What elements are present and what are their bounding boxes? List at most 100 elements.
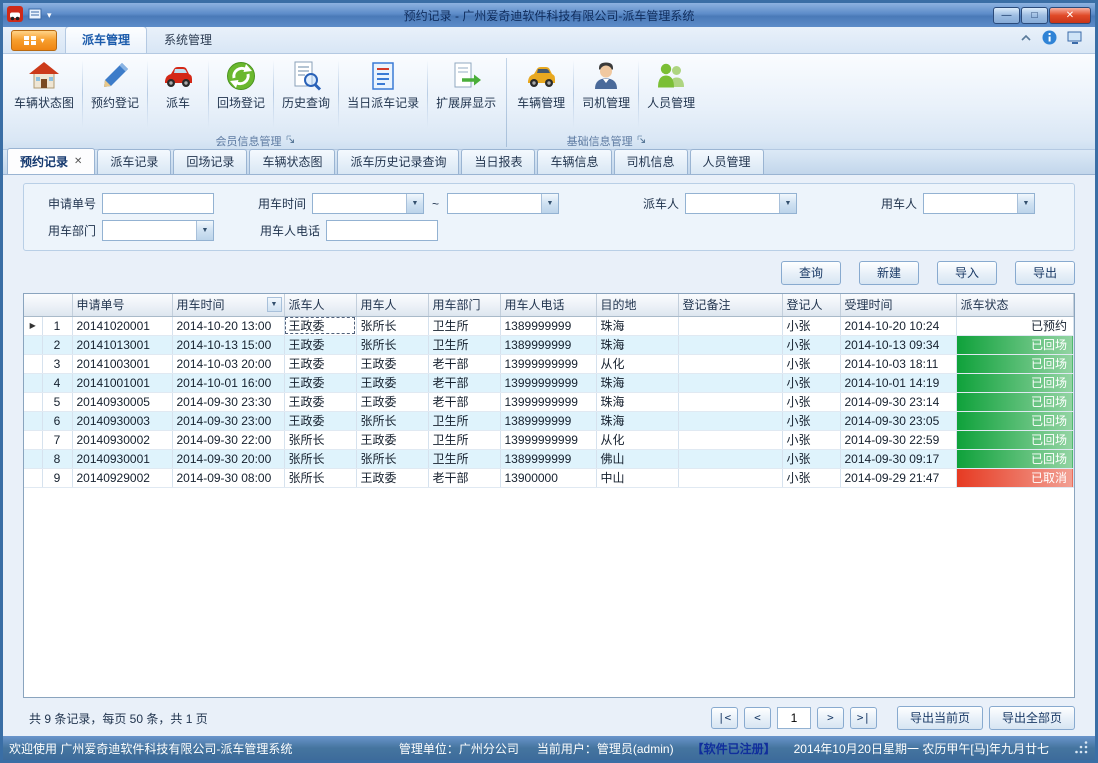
- column-header-派车状态[interactable]: 派车状态: [956, 294, 1074, 316]
- doc-tab-司机信息[interactable]: 司机信息: [614, 149, 688, 174]
- ribbon-button-reservation-register[interactable]: 预约登记: [84, 56, 146, 132]
- maximize-button[interactable]: □: [1021, 7, 1048, 24]
- application-menu-button[interactable]: ▾: [11, 30, 57, 51]
- grid-cell[interactable]: [678, 373, 782, 392]
- grid-cell[interactable]: 张所长: [284, 449, 356, 468]
- column-header-用车部门[interactable]: 用车部门: [428, 294, 500, 316]
- column-header-用车人[interactable]: 用车人: [356, 294, 428, 316]
- grid-cell[interactable]: 小张: [782, 468, 840, 487]
- grid-cell[interactable]: 王政委: [356, 468, 428, 487]
- grid-cell[interactable]: [678, 449, 782, 468]
- grid-cell[interactable]: 2014-09-30 23:05: [840, 411, 956, 430]
- grid-cell[interactable]: 王政委: [356, 354, 428, 373]
- titlebar[interactable]: ▾ 预约记录 - 广州爱奇迪软件科技有限公司-派车管理系统 — □ ✕: [3, 3, 1095, 27]
- column-header-登记人[interactable]: 登记人: [782, 294, 840, 316]
- grid-cell[interactable]: 珠海: [596, 392, 678, 411]
- table-row[interactable]: 5201409300052014-09-30 23:30王政委王政委老干部139…: [24, 392, 1074, 411]
- grid-cell[interactable]: 20141013001: [72, 335, 172, 354]
- grid-cell[interactable]: 从化: [596, 430, 678, 449]
- column-header-派车人[interactable]: 派车人: [284, 294, 356, 316]
- group-dialog-launcher-icon[interactable]: [286, 135, 295, 147]
- ribbon-button-extend-screen[interactable]: 扩展屏显示: [429, 56, 503, 132]
- grid-cell[interactable]: 老干部: [428, 468, 500, 487]
- grid-cell[interactable]: 2014-09-30 22:59: [840, 430, 956, 449]
- grid-cell[interactable]: 张所长: [284, 430, 356, 449]
- doc-tab-派车记录[interactable]: 派车记录: [97, 149, 171, 174]
- grid-cell[interactable]: 13999999999: [500, 354, 596, 373]
- grid-cell[interactable]: 中山: [596, 468, 678, 487]
- grid-cell[interactable]: 2014-09-30 23:30: [172, 392, 284, 411]
- grid-cell[interactable]: 2014-09-30 22:00: [172, 430, 284, 449]
- grid-cell[interactable]: 1389999999: [500, 411, 596, 430]
- grid-cell[interactable]: 珠海: [596, 373, 678, 392]
- grid-cell[interactable]: 小张: [782, 316, 840, 335]
- column-header-目的地[interactable]: 目的地: [596, 294, 678, 316]
- close-button[interactable]: ✕: [1049, 7, 1091, 24]
- table-row[interactable]: 4201410010012014-10-01 16:00王政委王政委老干部139…: [24, 373, 1074, 392]
- grid-cell[interactable]: 2014-09-30 20:00: [172, 449, 284, 468]
- minimize-button[interactable]: —: [993, 7, 1020, 24]
- grid-cell[interactable]: 老干部: [428, 392, 500, 411]
- ribbon-tab-系统管理[interactable]: 系统管理: [147, 26, 229, 53]
- quick-access-dropdown-icon[interactable]: ▾: [47, 10, 52, 21]
- phone-input[interactable]: [326, 220, 438, 241]
- grid-cell[interactable]: 老干部: [428, 354, 500, 373]
- query-button[interactable]: 查询: [781, 261, 841, 285]
- grid-cell[interactable]: 王政委: [284, 316, 356, 335]
- grid-cell[interactable]: 小张: [782, 373, 840, 392]
- doc-tab-当日报表[interactable]: 当日报表: [461, 149, 535, 174]
- doc-tab-车辆信息[interactable]: 车辆信息: [537, 149, 611, 174]
- grid-cell[interactable]: 小张: [782, 430, 840, 449]
- grid-cell[interactable]: 20140930005: [72, 392, 172, 411]
- grid-cell[interactable]: 卫生所: [428, 449, 500, 468]
- grid-cell[interactable]: 20140929002: [72, 468, 172, 487]
- ribbon-button-dispatch-car[interactable]: 派车: [149, 56, 207, 132]
- grid-cell[interactable]: 2014-09-30 09:17: [840, 449, 956, 468]
- export-button[interactable]: 导出: [1015, 261, 1075, 285]
- prev-page-button[interactable]: <: [744, 707, 771, 729]
- grid-cell[interactable]: 20140930003: [72, 411, 172, 430]
- grid-cell[interactable]: 2014-10-20 10:24: [840, 316, 956, 335]
- grid-cell[interactable]: 珠海: [596, 316, 678, 335]
- ribbon-button-driver-manage[interactable]: 司机管理: [575, 56, 637, 132]
- grid-cell[interactable]: 20141001001: [72, 373, 172, 392]
- doc-tab-车辆状态图[interactable]: 车辆状态图: [249, 149, 335, 174]
- column-header-申请单号[interactable]: 申请单号: [72, 294, 172, 316]
- grid-cell[interactable]: [678, 468, 782, 487]
- grid-cell[interactable]: 张所长: [284, 468, 356, 487]
- grid-cell[interactable]: 王政委: [356, 430, 428, 449]
- grid-cell[interactable]: 2014-10-13 09:34: [840, 335, 956, 354]
- table-row[interactable]: 2201410130012014-10-13 15:00王政委张所长卫生所138…: [24, 335, 1074, 354]
- grid-cell[interactable]: 小张: [782, 411, 840, 430]
- grid-cell[interactable]: [678, 411, 782, 430]
- grid-cell[interactable]: 王政委: [284, 335, 356, 354]
- grid-cell[interactable]: 1389999999: [500, 449, 596, 468]
- chevron-down-icon[interactable]: ▼: [1017, 194, 1034, 213]
- chevron-down-icon[interactable]: ▼: [541, 194, 558, 213]
- table-row[interactable]: 3201410030012014-10-03 20:00王政委王政委老干部139…: [24, 354, 1074, 373]
- grid-cell[interactable]: 王政委: [356, 373, 428, 392]
- export-current-page-button[interactable]: 导出当前页: [897, 706, 983, 730]
- doc-tab-人员管理[interactable]: 人员管理: [690, 149, 764, 174]
- ribbon-button-vehicle-manage[interactable]: 车辆管理: [510, 56, 572, 132]
- grid-cell[interactable]: 卫生所: [428, 411, 500, 430]
- grid-cell[interactable]: 2014-09-30 23:00: [172, 411, 284, 430]
- grid-cell[interactable]: 20140930001: [72, 449, 172, 468]
- grid-cell[interactable]: 1389999999: [500, 316, 596, 335]
- grid-cell[interactable]: 小张: [782, 335, 840, 354]
- grid-cell[interactable]: 13999999999: [500, 430, 596, 449]
- grid-cell[interactable]: 2014-10-20 13:00: [172, 316, 284, 335]
- chevron-down-icon[interactable]: ▼: [196, 221, 213, 240]
- column-header-登记备注[interactable]: 登记备注: [678, 294, 782, 316]
- column-header-受理时间[interactable]: 受理时间: [840, 294, 956, 316]
- page-number-input[interactable]: [777, 707, 811, 729]
- grid-cell[interactable]: [678, 392, 782, 411]
- ribbon-button-vehicle-status[interactable]: 车辆状态图: [7, 56, 81, 132]
- grid-cell[interactable]: [678, 335, 782, 354]
- grid-cell[interactable]: 珠海: [596, 411, 678, 430]
- chevron-down-icon[interactable]: ▼: [779, 194, 796, 213]
- table-row[interactable]: 9201409290022014-09-30 08:00张所长王政委老干部139…: [24, 468, 1074, 487]
- request-no-input[interactable]: [102, 193, 214, 214]
- use-time-from-combo[interactable]: ▼: [312, 193, 424, 214]
- grid-cell[interactable]: 1389999999: [500, 335, 596, 354]
